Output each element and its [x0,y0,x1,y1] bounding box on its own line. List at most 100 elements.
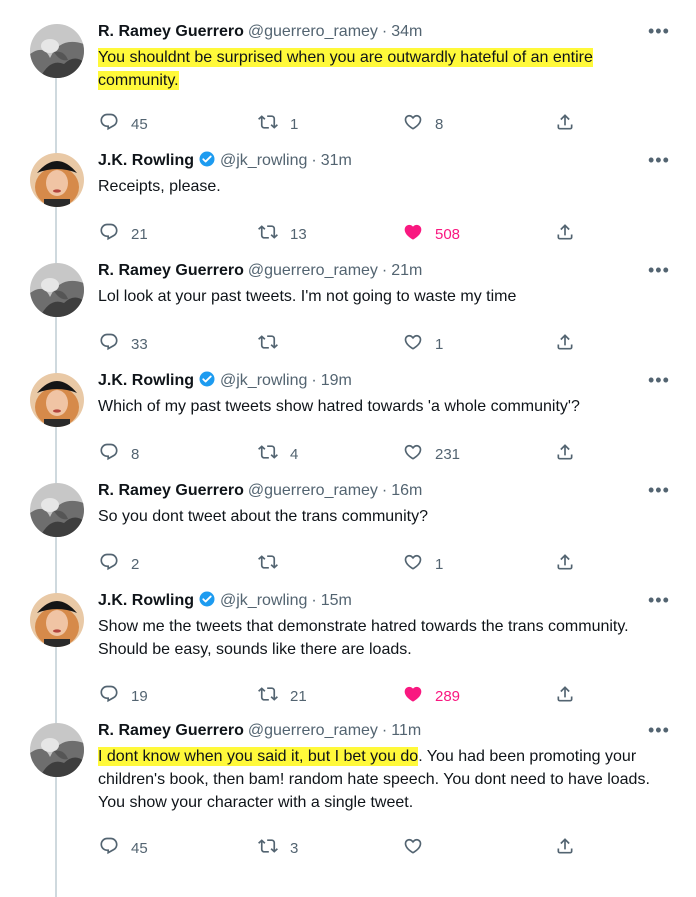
retweet-button[interactable] [258,552,290,576]
timestamp[interactable]: 31m [321,152,352,169]
tweet-header: J.K. Rowling @jk_rowling · 31m [98,150,352,175]
avatar[interactable] [30,373,84,427]
avatar[interactable] [30,24,84,78]
reply-button[interactable]: 33 [99,332,148,356]
more-icon[interactable]: ••• [648,481,670,499]
tweet-4[interactable]: J.K. Rowling @jk_rowling · 19m ••• Which of… [0,370,696,537]
share-button[interactable] [555,552,587,576]
retweet-icon [258,552,290,576]
reply-button[interactable]: 2 [99,552,139,576]
retweet-icon [258,222,290,246]
like-button[interactable]: 1 [403,552,443,576]
retweet-count: 1 [290,115,299,133]
avatar[interactable] [30,153,84,207]
reply-icon [99,836,131,860]
reply-icon [99,442,131,466]
author-handle[interactable]: @jk_rowling [220,152,307,169]
heart-icon [403,684,435,708]
retweet-icon [258,684,290,708]
author-name[interactable]: R. Ramey Guerrero [98,722,244,739]
more-icon[interactable]: ••• [648,721,670,739]
tweet-text-rest: Lol look at your past tweets. I'm not go… [98,288,517,305]
like-count: 1 [435,335,444,353]
tweet-header: J.K. Rowling @jk_rowling · 19m [98,370,352,395]
retweet-button[interactable]: 13 [258,222,307,246]
highlighted-text: I dont know when you said it, but I bet … [98,747,419,766]
timestamp[interactable]: 21m [391,262,422,279]
like-count: 1 [435,555,444,573]
reply-button[interactable]: 21 [99,222,148,246]
reply-button[interactable]: 45 [99,836,148,860]
like-button[interactable]: 1 [403,332,443,356]
like-button[interactable] [403,836,435,860]
tweet-3[interactable]: R. Ramey Guerrero @guerrero_ramey · 21m •••… [0,261,696,427]
author-handle[interactable]: @jk_rowling [220,372,307,389]
reply-button[interactable]: 8 [99,442,139,466]
retweet-button[interactable]: 4 [258,442,298,466]
like-count: 508 [435,225,461,243]
more-icon[interactable]: ••• [648,591,670,609]
reply-icon [99,332,131,356]
retweet-button[interactable]: 21 [258,684,307,708]
timestamp[interactable]: 15m [321,592,352,609]
timestamp[interactable]: 34m [391,23,422,40]
like-button[interactable]: 231 [403,442,460,466]
author-name[interactable]: R. Ramey Guerrero [98,262,244,279]
timestamp[interactable]: 11m [391,722,421,739]
author-handle[interactable]: @guerrero_ramey [248,23,378,40]
retweet-button[interactable]: 3 [258,836,298,860]
author-name[interactable]: R. Ramey Guerrero [98,482,244,499]
author-name[interactable]: J.K. Rowling [98,372,194,389]
reply-count: 21 [131,225,148,243]
more-icon[interactable]: ••• [648,22,670,40]
avatar[interactable] [30,723,84,777]
reply-count: 8 [131,445,140,463]
verified-badge-icon [198,150,216,175]
tweet-actions: 8 4 231 [0,442,696,466]
retweet-button[interactable] [258,332,290,356]
reply-button[interactable]: 45 [99,112,148,136]
author-handle[interactable]: @guerrero_ramey [248,262,378,279]
author-name[interactable]: J.K. Rowling [98,152,194,169]
tweet-1[interactable]: R. Ramey Guerrero @guerrero_ramey · 34m •••… [0,22,696,207]
reply-icon [99,112,131,136]
share-button[interactable] [555,112,587,136]
avatar[interactable] [30,483,84,537]
author-name[interactable]: J.K. Rowling [98,592,194,609]
avatar[interactable] [30,593,84,647]
author-handle[interactable]: @jk_rowling [220,592,307,609]
share-button[interactable] [555,836,587,860]
tweet-actions: 45 3 [0,836,696,860]
like-button[interactable]: 289 [403,684,460,708]
more-icon[interactable]: ••• [648,151,670,169]
timestamp[interactable]: 16m [391,482,422,499]
tweet-text: Which of my past tweets show hatred towa… [98,395,670,418]
more-icon[interactable]: ••• [648,261,670,279]
share-button[interactable] [555,332,587,356]
tweet-5[interactable]: R. Ramey Guerrero @guerrero_ramey · 16m •••… [0,481,696,647]
reply-count: 2 [131,555,140,573]
heart-icon [403,332,435,356]
tweet-6[interactable]: J.K. Rowling @jk_rowling · 15m ••• Show me … [0,591,696,777]
tweet-7[interactable]: R. Ramey Guerrero @guerrero_ramey · 11m •••… [0,721,696,897]
share-button[interactable] [555,222,587,246]
share-button[interactable] [555,684,587,708]
share-icon [555,442,587,466]
author-name[interactable]: R. Ramey Guerrero [98,23,244,40]
separator-dot: · [311,152,317,169]
retweet-button[interactable]: 1 [258,112,298,136]
more-icon[interactable]: ••• [648,371,670,389]
share-icon [555,836,587,860]
share-button[interactable] [555,442,587,466]
author-handle[interactable]: @guerrero_ramey [248,482,378,499]
highlighted-text: You shouldnt be surprised when you are o… [98,48,593,90]
tweet-2[interactable]: J.K. Rowling @jk_rowling · 31m ••• Receipts… [0,150,696,317]
timestamp[interactable]: 19m [321,372,352,389]
reply-button[interactable]: 19 [99,684,148,708]
tweet-text: Lol look at your past tweets. I'm not go… [98,285,670,308]
author-handle[interactable]: @guerrero_ramey [248,722,378,739]
separator-dot: · [381,262,388,279]
avatar[interactable] [30,263,84,317]
like-button[interactable]: 508 [403,222,460,246]
like-button[interactable]: 8 [403,112,443,136]
